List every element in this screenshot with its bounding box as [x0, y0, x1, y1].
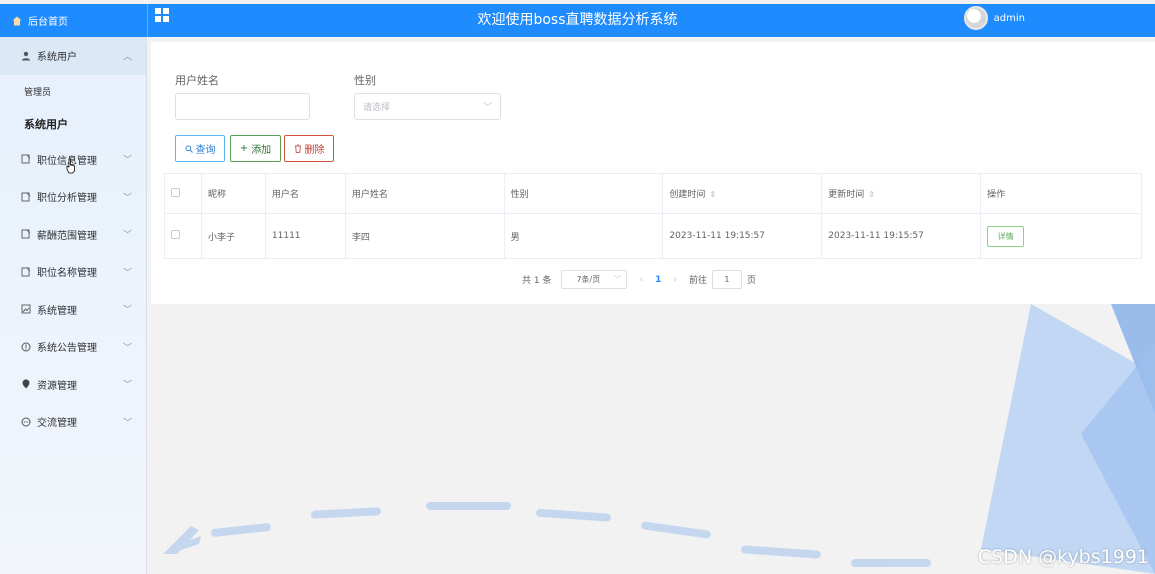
page-suffix: 页: [746, 276, 756, 286]
column-header-nickname: 昵称: [200, 173, 266, 214]
home-label: 后台首页: [28, 17, 68, 28]
cell-action: 详情: [980, 213, 1142, 259]
row-select-cell[interactable]: [164, 213, 202, 259]
chat-icon: [20, 416, 31, 427]
goto-label: 前往: [688, 276, 707, 286]
detail-button[interactable]: 详情: [987, 225, 1025, 247]
sidebar-group-system-management[interactable]: 系统管理 ﹀: [0, 291, 146, 329]
document-icon: [20, 266, 31, 277]
plus-icon: +: [239, 143, 249, 154]
pagination: 共 1 条 7条/页 ﹀ ‹ 1 › 前往 1 页: [522, 270, 756, 289]
background-decoration: [151, 304, 1155, 574]
column-header-created[interactable]: 创建时间 ⇕: [662, 173, 823, 214]
users-table: 昵称 用户名 用户姓名 性别 创建时间 ⇕ 更新时间 ⇕ 操作 小李子 11111 …: [164, 173, 1142, 259]
chevron-down-icon: ﹀: [613, 275, 622, 284]
sidebar-item-system-user[interactable]: 系统用户: [0, 108, 146, 141]
chevron-down-icon: ﹀: [122, 343, 132, 354]
select-all-cell[interactable]: [164, 173, 202, 214]
page-size-select[interactable]: 7条/页 ﹀: [561, 270, 628, 289]
search-icon: [184, 144, 193, 153]
sort-icon[interactable]: ⇕: [868, 190, 875, 199]
username: admin: [993, 12, 1025, 24]
page-number-current[interactable]: 1: [655, 275, 661, 285]
chevron-down-icon: ﹀: [122, 193, 132, 204]
sidebar-group-resources[interactable]: 资源管理 ﹀: [0, 366, 146, 404]
picture-icon: [20, 304, 31, 315]
cell-gender: 男: [503, 213, 664, 259]
search-button[interactable]: 查询: [175, 135, 225, 162]
pagination-total: 共 1 条: [522, 276, 552, 286]
pin-icon: [20, 379, 31, 390]
sidebar-group-system-users[interactable]: 系统用户 ︿: [0, 37, 146, 75]
sort-icon[interactable]: ⇕: [709, 190, 716, 199]
home-icon: [12, 16, 22, 25]
chevron-down-icon: ﹀: [122, 268, 132, 279]
chevron-down-icon: ﹀: [122, 230, 132, 241]
chevron-down-icon: ﹀: [122, 418, 132, 429]
document-icon: [20, 154, 31, 165]
column-header-gender: 性别: [503, 173, 664, 214]
column-header-username: 用户名: [264, 173, 346, 214]
menu-toggle-icon[interactable]: [155, 8, 169, 22]
trash-icon: [294, 144, 301, 153]
chevron-down-icon: ﹀: [122, 305, 132, 316]
watermark: CSDN @kybs1991: [977, 546, 1149, 568]
document-icon: [20, 229, 31, 240]
main-panel: 用户姓名 性别 请选择 ﹀ 查询 + 添加 删除 昵称 用户名 用户姓名 性别 …: [151, 42, 1155, 304]
gender-select[interactable]: 请选择 ﹀: [354, 93, 501, 120]
column-header-updated[interactable]: 更新时间 ⇕: [821, 173, 982, 214]
sidebar-group-communication[interactable]: 交流管理 ﹀: [0, 403, 146, 441]
home-link[interactable]: 后台首页: [0, 4, 147, 37]
sidebar-group-announcement[interactable]: 系统公告管理 ﹀: [0, 328, 146, 366]
cell-nickname: 小李子: [200, 213, 266, 259]
row-checkbox[interactable]: [171, 230, 180, 239]
cell-username: 11111: [264, 213, 346, 259]
next-page-icon[interactable]: ›: [673, 275, 677, 285]
sidebar-group-job-analysis[interactable]: 职位分析管理 ﹀: [0, 178, 146, 216]
prev-page-icon[interactable]: ‹: [639, 275, 643, 285]
hand-cursor-icon: [66, 158, 75, 174]
column-header-action: 操作: [980, 173, 1142, 214]
header-divider: [147, 4, 148, 37]
decoration-shapes: [163, 304, 1155, 574]
gender-filter-label: 性别: [354, 74, 376, 87]
column-header-realname: 用户姓名: [344, 173, 505, 214]
chevron-down-icon: ﹀: [482, 103, 492, 113]
delete-button[interactable]: 删除: [284, 135, 334, 162]
document-icon: [20, 191, 31, 202]
cell-realname: 李四: [344, 213, 505, 259]
table-header-row: 昵称 用户名 用户姓名 性别 创建时间 ⇕ 更新时间 ⇕ 操作: [164, 173, 1142, 214]
add-button[interactable]: + 添加: [230, 135, 281, 162]
goto-page-input[interactable]: 1: [711, 270, 742, 289]
info-icon: [20, 341, 31, 352]
cell-updated: 2023-11-11 19:15:57: [821, 213, 982, 259]
select-all-checkbox[interactable]: [171, 187, 180, 197]
user-menu[interactable]: admin: [963, 6, 1025, 30]
user-icon: [20, 50, 31, 61]
sidebar-group-salary-range[interactable]: 薪酬范围管理 ﹀: [0, 216, 146, 254]
sidebar: 系统用户 ︿ 管理员 系统用户 职位信息管理 ﹀ 职位分析管理 ﹀ 薪酬范围管理…: [0, 37, 147, 574]
cell-created: 2023-11-11 19:15:57: [662, 213, 823, 259]
chevron-down-icon: ﹀: [122, 155, 132, 166]
chevron-up-icon: ︿: [122, 52, 132, 63]
name-filter-input[interactable]: [175, 93, 310, 120]
sidebar-group-job-title[interactable]: 职位名称管理 ﹀: [0, 253, 146, 291]
chevron-down-icon: ﹀: [122, 380, 132, 391]
name-filter-label: 用户姓名: [175, 74, 219, 87]
table-row: 小李子 11111 李四 男 2023-11-11 19:15:57 2023-…: [164, 213, 1142, 259]
sidebar-item-admin[interactable]: 管理员: [0, 75, 146, 108]
sidebar-group-label: 系统用户: [37, 52, 77, 64]
avatar[interactable]: [963, 6, 988, 30]
